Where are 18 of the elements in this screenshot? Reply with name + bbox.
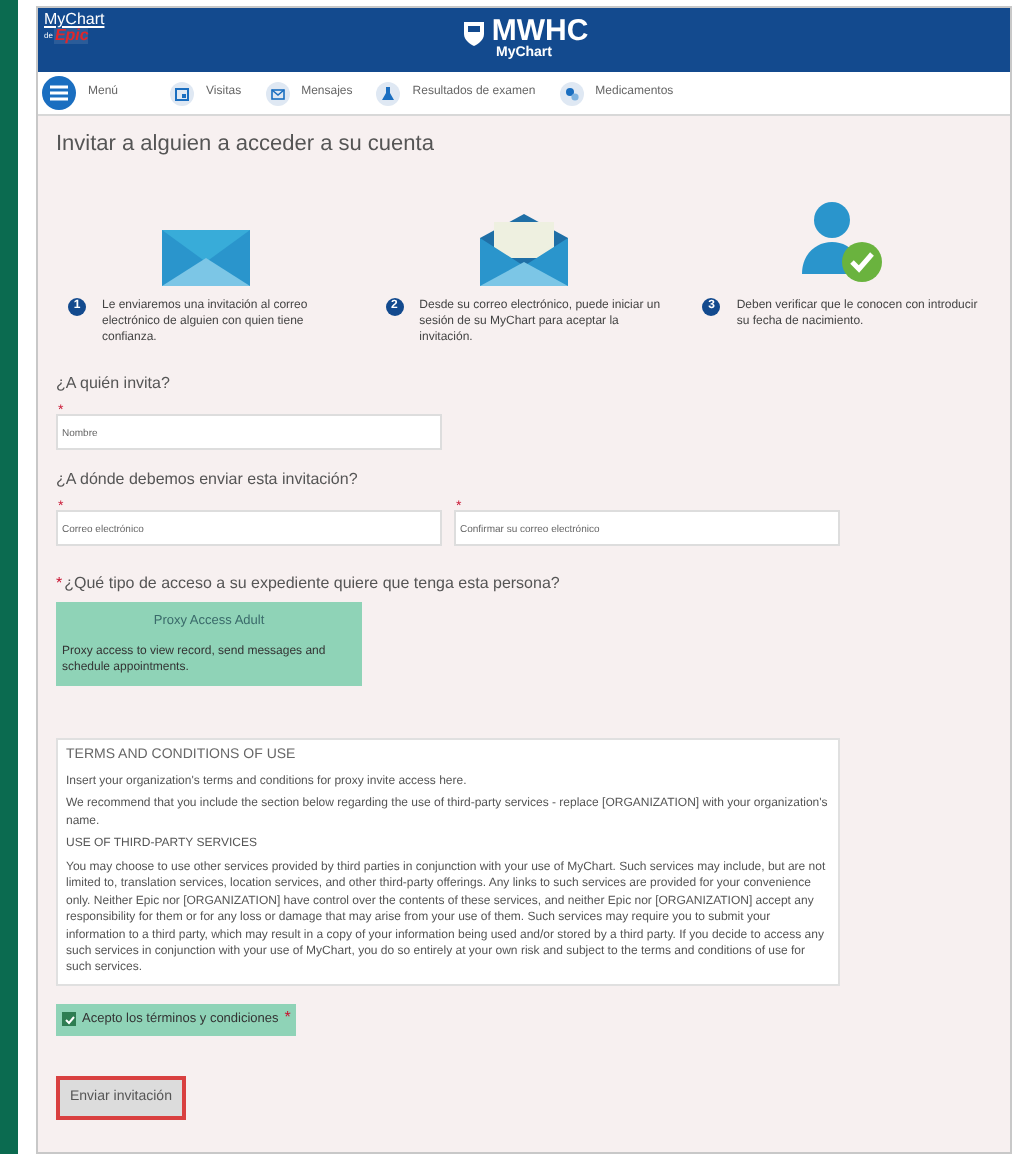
person-check-icon bbox=[797, 197, 886, 285]
brand-name: MyChart bbox=[44, 12, 105, 28]
calendar-icon bbox=[170, 81, 195, 105]
crest-icon bbox=[459, 17, 488, 46]
mail-icon bbox=[265, 81, 290, 105]
checkbox[interactable] bbox=[62, 1012, 76, 1027]
section-heading: ¿A dónde debemos enviar esta invitación? bbox=[56, 467, 360, 492]
page-title: Invitar a alguien a acceder a su cuenta bbox=[56, 130, 436, 160]
open-envelope-icon bbox=[479, 213, 568, 285]
brand-logo: Epic bbox=[54, 28, 89, 44]
section-heading: ¿A quién invita? bbox=[56, 371, 172, 396]
required-mark: * bbox=[56, 573, 63, 592]
envelope-icon bbox=[162, 229, 251, 285]
site-title: MWHC bbox=[491, 16, 589, 47]
pills-icon bbox=[559, 81, 584, 105]
flask-icon bbox=[376, 81, 401, 105]
question-text: ¿Qué tipo de acceso a su expediente quiere que tenga esta persona? bbox=[64, 573, 560, 592]
required-mark: * bbox=[284, 1009, 291, 1026]
